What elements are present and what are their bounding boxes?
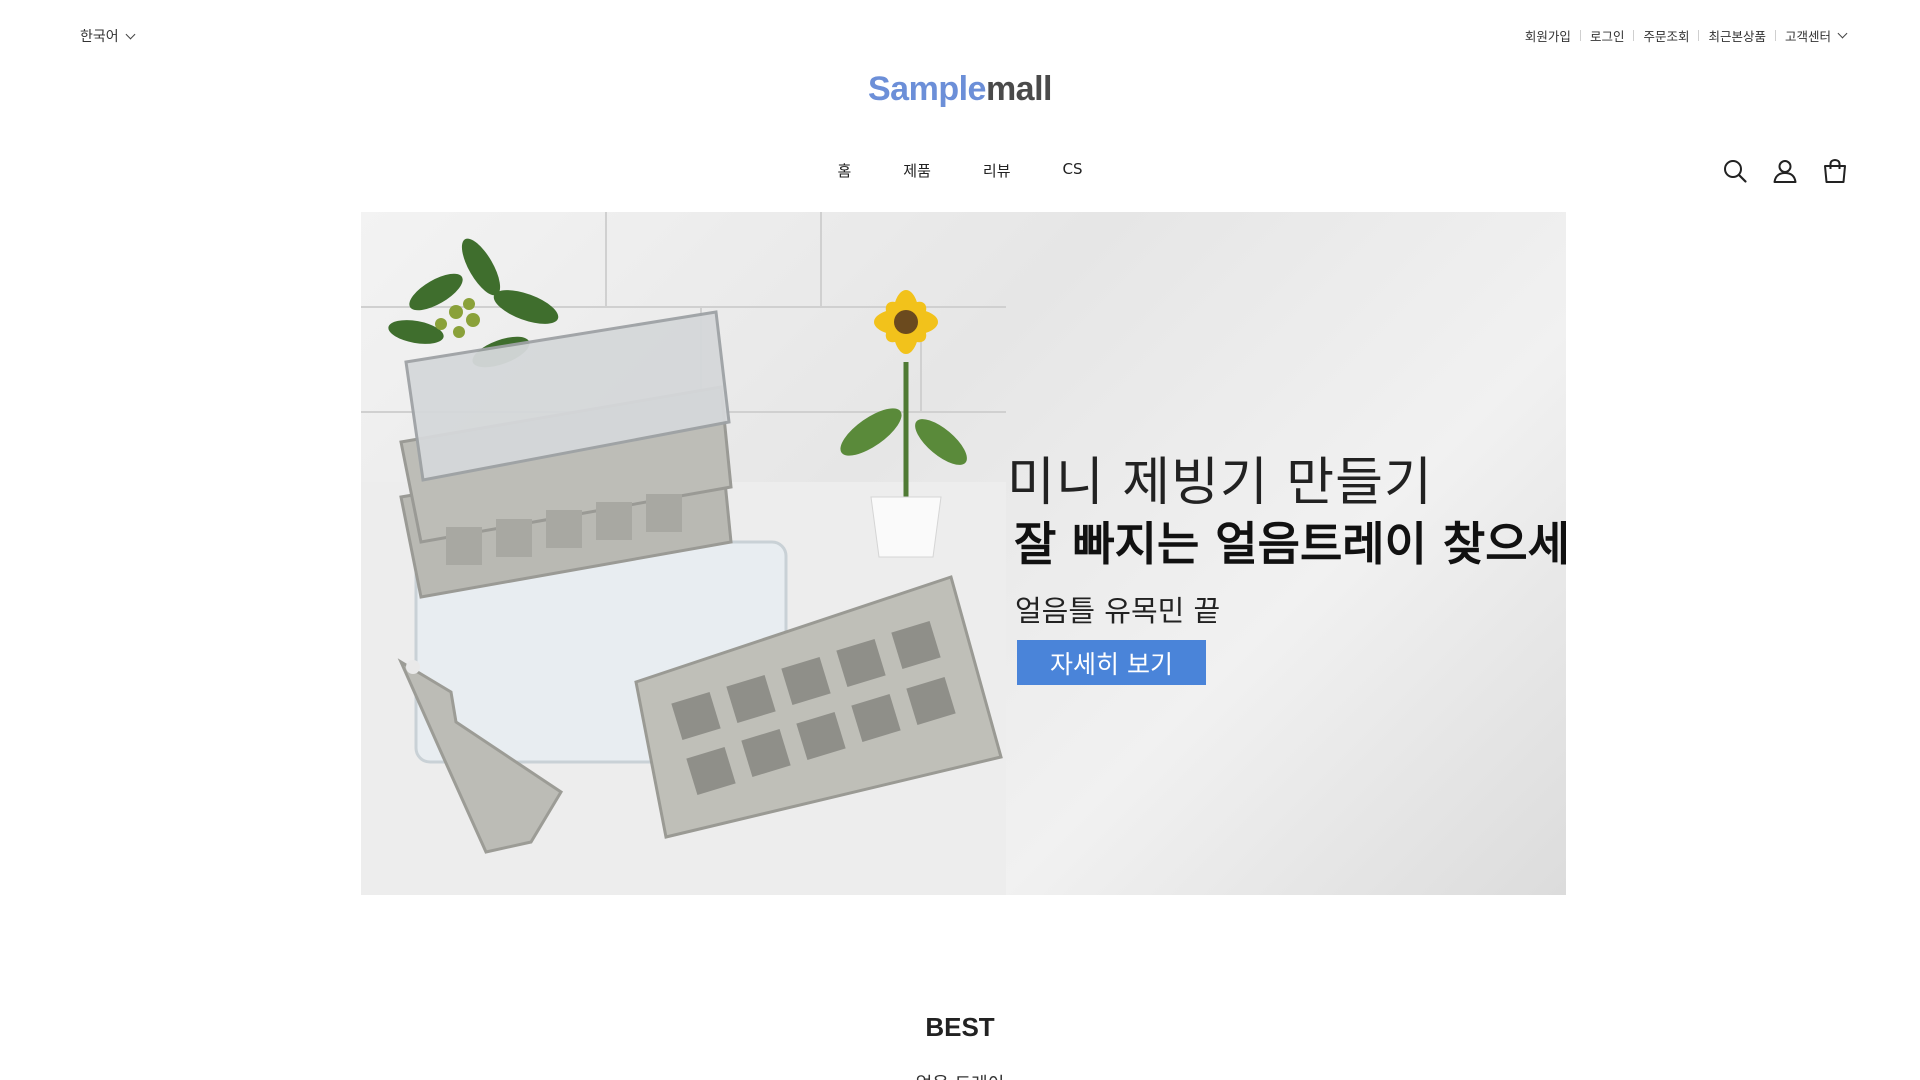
divider — [1633, 30, 1635, 41]
login-link[interactable]: 로그인 — [1590, 26, 1625, 45]
language-selector[interactable]: 한국어 — [80, 26, 136, 46]
search-icon[interactable] — [1722, 158, 1748, 184]
language-label: 한국어 — [80, 29, 119, 45]
cart-icon[interactable] — [1822, 158, 1848, 184]
best-category-label[interactable]: 얼음 트레이 — [0, 1070, 1920, 1080]
hero-banner[interactable]: 미니 제빙기 만들기 잘 빠지는 얼음트레이 찾으세요? 얼음틀 유목민 끝 자… — [361, 212, 1566, 895]
customer-center-menu[interactable]: 고객센터 — [1784, 26, 1848, 45]
header-icons — [1722, 158, 1848, 184]
chevron-down-icon — [125, 29, 136, 39]
order-lookup-link[interactable]: 주문조회 — [1643, 26, 1689, 45]
main-nav: 홈 제품 리뷰 CS — [0, 160, 1920, 181]
nav-item-home[interactable]: 홈 — [837, 160, 851, 181]
utility-links: 회원가입 로그인 주문조회 최근본상품 고객센터 — [1525, 26, 1848, 45]
divider — [1698, 30, 1700, 41]
logo-text-sample: Sample — [868, 70, 986, 108]
divider — [1774, 30, 1776, 41]
customer-center-label: 고객센터 — [1784, 29, 1831, 44]
nav-item-products[interactable]: 제품 — [903, 160, 931, 181]
site-logo[interactable]: Samplemall — [0, 70, 1920, 109]
view-details-button[interactable]: 자세히 보기 — [1017, 640, 1206, 685]
hero-text: 미니 제빙기 만들기 잘 빠지는 얼음트레이 찾으세요? 얼음틀 유목민 끝 자… — [1007, 440, 1566, 685]
chevron-down-icon — [1837, 28, 1848, 39]
divider — [1579, 30, 1581, 41]
best-section-title: BEST — [925, 1012, 995, 1042]
nav-item-reviews[interactable]: 리뷰 — [983, 160, 1011, 181]
page: 한국어 회원가입 로그인 주문조회 최근본상품 고객센터 Samplemall … — [0, 0, 1920, 1080]
signup-link[interactable]: 회원가입 — [1525, 26, 1571, 45]
nav-item-cs[interactable]: CS — [1063, 160, 1083, 181]
hero-heading: 미니 제빙기 만들기 — [1007, 453, 1433, 513]
hero-tagline: 얼음틀 유목민 끝 — [1015, 594, 1221, 628]
logo-text-mall: mall — [985, 70, 1053, 108]
hero-subheading: 잘 빠지는 얼음트레이 찾으세요? — [1014, 517, 1566, 571]
recently-viewed-link[interactable]: 최근본상품 — [1708, 26, 1766, 45]
user-icon[interactable] — [1772, 158, 1798, 184]
